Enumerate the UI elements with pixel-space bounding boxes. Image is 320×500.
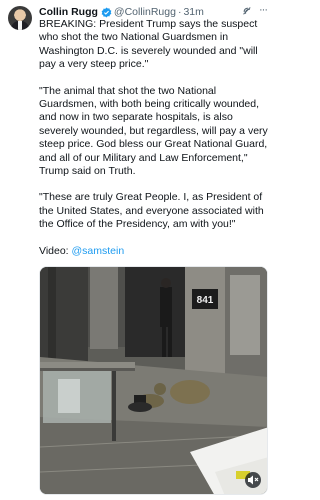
building-sign-number: 841 <box>197 295 214 306</box>
post-paragraph: "The animal that shot the two National G… <box>39 84 268 178</box>
video-credit-link[interactable]: @samstein <box>72 245 125 257</box>
more-icon[interactable]: ··· <box>257 3 269 17</box>
grok-icon[interactable] <box>241 5 253 17</box>
video-player[interactable]: 841 <box>39 266 268 495</box>
author-handle[interactable]: @CollinRugg <box>114 5 176 19</box>
mute-icon[interactable] <box>245 472 261 488</box>
post-header: Collin Rugg @CollinRugg · 31m <box>39 5 271 19</box>
post-paragraph: "These are truly Great People. I, as Pre… <box>39 191 264 231</box>
header-separator: · <box>177 6 182 18</box>
video-prefix: Video: <box>39 244 72 257</box>
video-frame: 841 <box>40 267 267 494</box>
verified-badge-icon <box>101 7 112 17</box>
video-credit-line: Video: @samstein <box>39 245 271 258</box>
post-body: BREAKING: President Trump says the suspe… <box>39 18 271 271</box>
author-avatar[interactable] <box>8 6 32 30</box>
post-paragraph: BREAKING: President Trump says the suspe… <box>39 18 258 71</box>
avatar-shirt <box>18 21 22 30</box>
speaker-muted-glyph <box>248 475 259 485</box>
author-name[interactable]: Collin Rugg <box>39 5 98 19</box>
post-time[interactable]: 31m <box>183 5 203 19</box>
